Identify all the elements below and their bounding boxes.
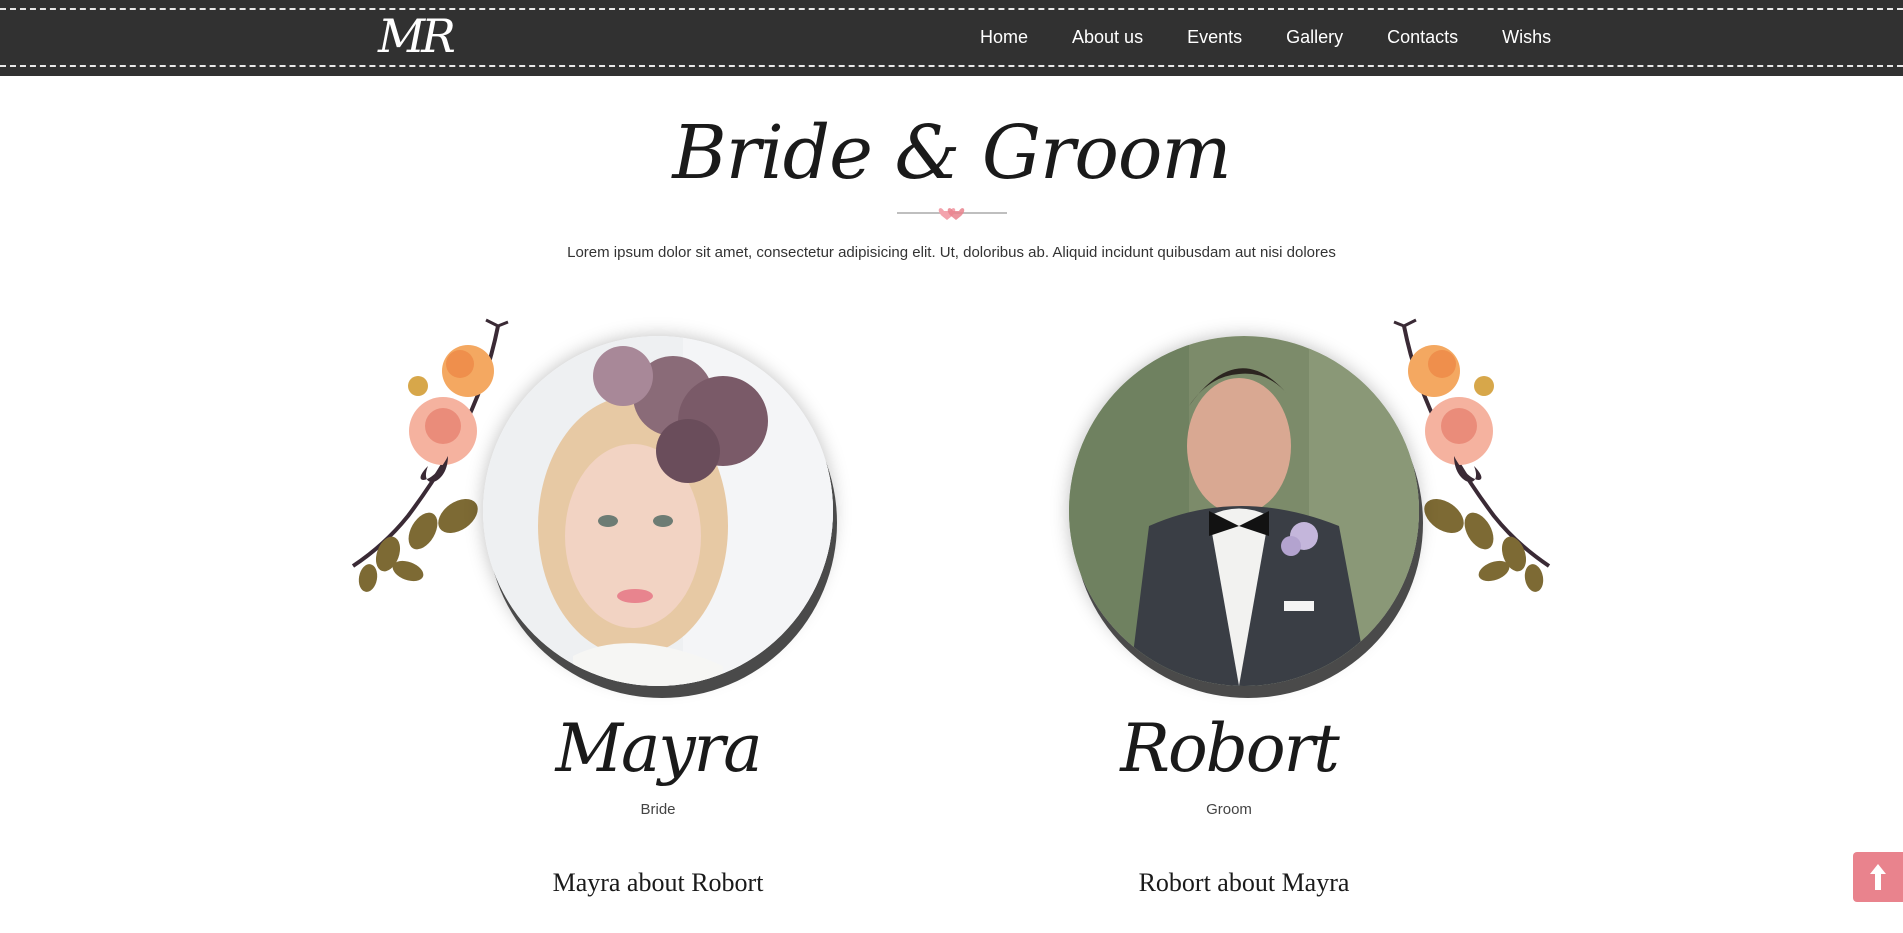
navbar-stitch-top <box>0 8 1903 10</box>
nav-wishs[interactable]: Wishs <box>1502 22 1551 52</box>
bride-photo-frame <box>483 336 843 696</box>
arrow-up-icon <box>1870 864 1886 890</box>
groom-photo-frame <box>1069 336 1429 696</box>
groom-role: Groom <box>1206 801 1252 818</box>
navbar-stitch-bottom <box>0 65 1903 67</box>
nav-events[interactable]: Events <box>1187 22 1242 52</box>
groom-profile: Robort Groom <box>944 316 1551 836</box>
nav-about-us[interactable]: About us <box>1072 22 1143 52</box>
groom-name: Robort <box>1120 710 1340 787</box>
nav-menu: Home About us Events Gallery Contacts Wi… <box>980 22 1595 52</box>
bride-about-heading: Mayra about Robort <box>552 868 764 897</box>
section-intro: Lorem ipsum dolor sit amet, consectetur … <box>567 244 1336 261</box>
groom-photo <box>1069 336 1419 686</box>
nav-gallery[interactable]: Gallery <box>1286 22 1343 52</box>
nav-home[interactable]: Home <box>980 22 1028 52</box>
nav-contacts[interactable]: Contacts <box>1387 22 1458 52</box>
section-title: Bride & Groom <box>672 110 1231 196</box>
bride-profile: Mayra Bride <box>351 316 958 836</box>
navbar: MR Home About us Events Gallery Contacts… <box>0 0 1903 76</box>
groom-about-heading: Robort about Mayra <box>1138 868 1350 897</box>
bride-photo <box>483 336 833 686</box>
scroll-top-button[interactable] <box>1853 852 1903 902</box>
bride-role: Bride <box>640 801 676 818</box>
heart-divider-icon <box>897 208 1007 220</box>
bride-name: Mayra <box>555 710 762 787</box>
site-logo[interactable]: MR <box>378 6 456 66</box>
